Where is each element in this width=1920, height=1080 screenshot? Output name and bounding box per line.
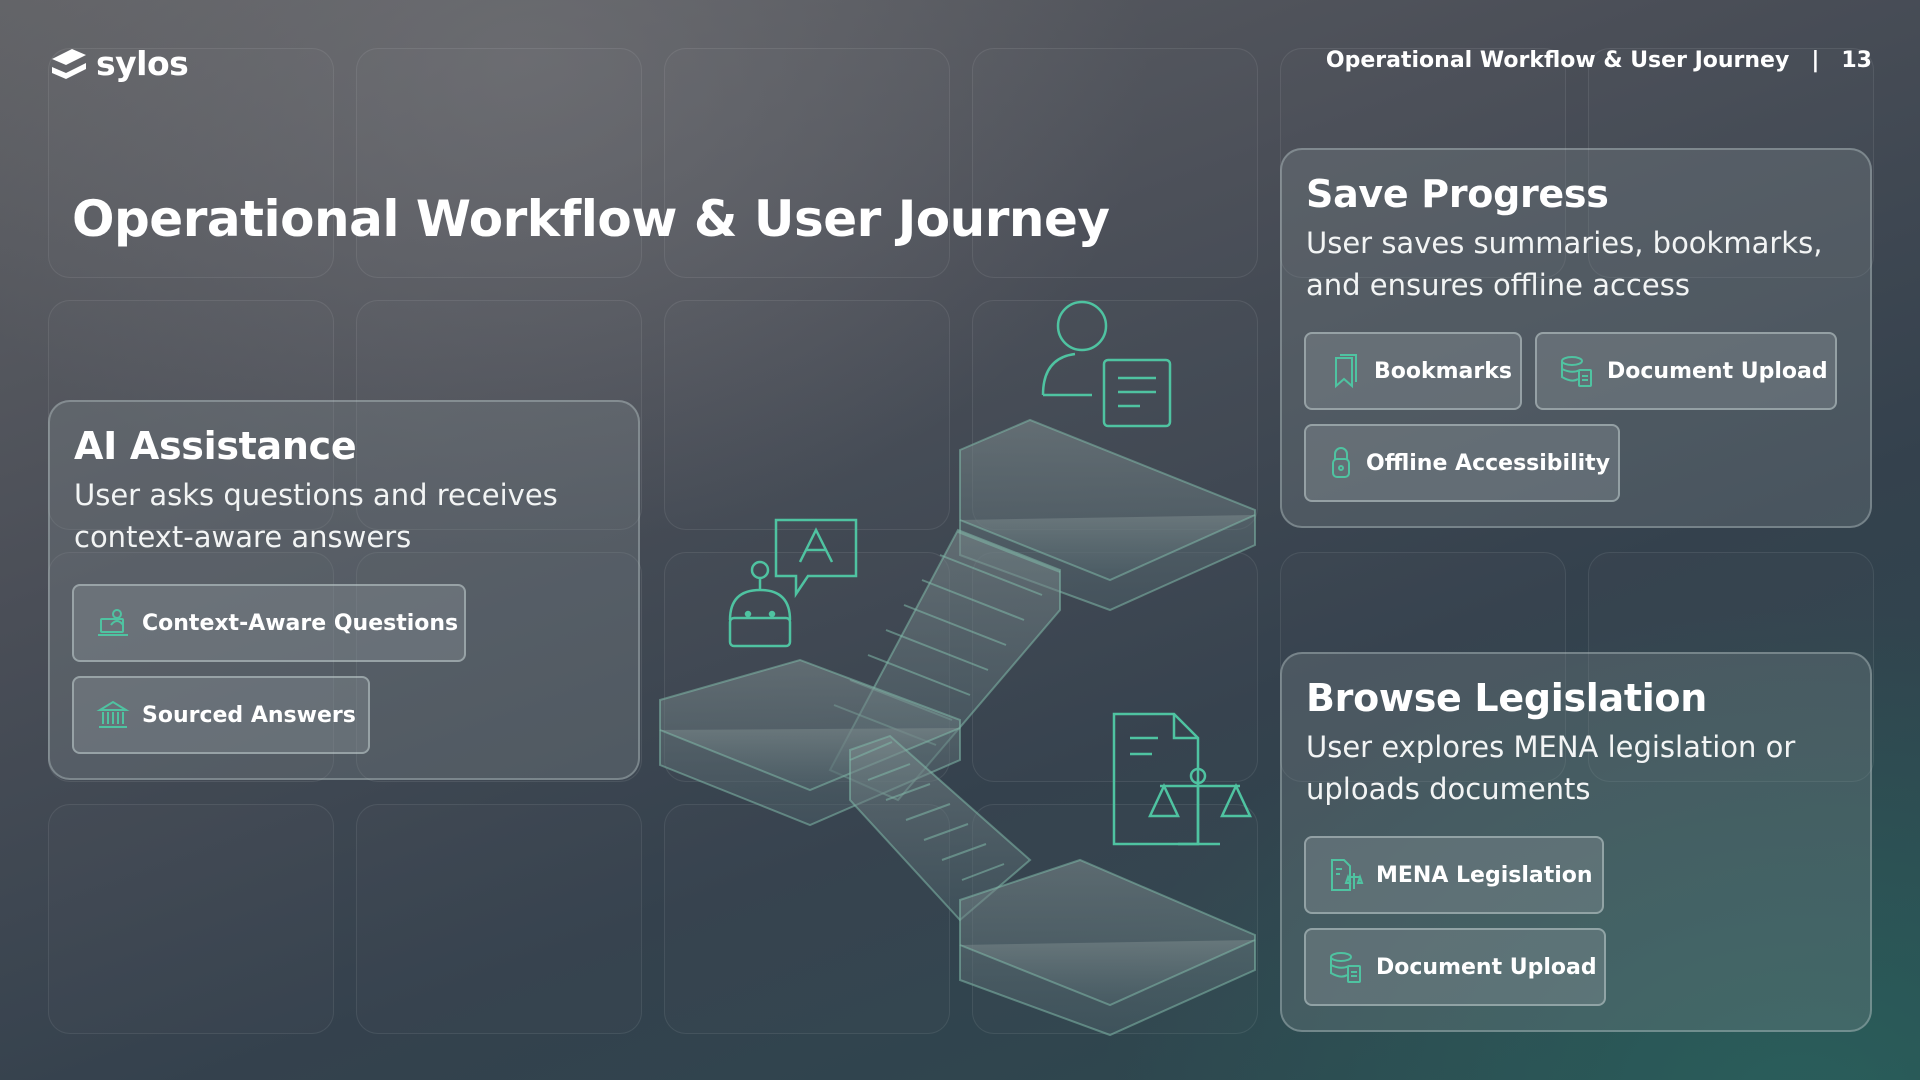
card-title: Browse Legislation bbox=[1306, 676, 1707, 720]
card-description: User explores MENA legislation or upload… bbox=[1306, 730, 1796, 806]
workflow-staircase-illustration bbox=[659, 300, 1256, 1037]
sylos-logo-icon bbox=[52, 48, 86, 79]
chip-label: Offline Accessibility bbox=[1366, 450, 1611, 476]
chip-label: MENA Legislation bbox=[1376, 862, 1593, 888]
section-title: Operational Workflow & User Journey bbox=[1325, 48, 1790, 73]
database-document-icon bbox=[1330, 952, 1361, 983]
chip-label: Document Upload bbox=[1376, 954, 1597, 980]
bookmark-icon bbox=[1335, 354, 1357, 389]
page-number: 13 bbox=[1841, 48, 1872, 73]
card-title: AI Assistance bbox=[74, 424, 357, 468]
bottom-platform bbox=[959, 858, 1256, 1037]
header-separator: | bbox=[1811, 48, 1820, 73]
card-description: User asks questions and receives context… bbox=[74, 478, 558, 554]
person-document-icon bbox=[1041, 300, 1172, 428]
legal-document-scale-icon bbox=[1112, 712, 1252, 846]
chip-label: Bookmarks bbox=[1374, 358, 1512, 384]
document-upload-chip[interactable]: Document Upload bbox=[1535, 332, 1837, 410]
slide-header: Operational Workflow & User Journey | 13 bbox=[1326, 48, 1872, 73]
page-title: Operational Workflow & User Journey bbox=[72, 190, 1110, 248]
document-upload-chip[interactable]: Document Upload bbox=[1304, 928, 1606, 1006]
lock-icon bbox=[1332, 447, 1350, 478]
document-scale-icon bbox=[1331, 859, 1364, 891]
sourced-answers-chip[interactable]: Sourced Answers bbox=[72, 676, 370, 754]
offline-accessibility-chip[interactable]: Offline Accessibility bbox=[1304, 424, 1620, 502]
context-aware-questions-chip[interactable]: Context-Aware Questions bbox=[72, 584, 466, 662]
brand-name: sylos bbox=[96, 44, 189, 83]
card-description: User saves summaries, bookmarks, and ens… bbox=[1306, 226, 1823, 302]
card-title: Save Progress bbox=[1306, 172, 1609, 216]
database-document-icon bbox=[1561, 356, 1592, 387]
bookmarks-chip[interactable]: Bookmarks bbox=[1304, 332, 1522, 410]
chip-label: Sourced Answers bbox=[142, 702, 356, 728]
chip-label: Context-Aware Questions bbox=[142, 610, 459, 636]
mena-legislation-chip[interactable]: MENA Legislation bbox=[1304, 836, 1604, 914]
brand-logo: sylos bbox=[48, 44, 189, 83]
chip-label: Document Upload bbox=[1607, 358, 1828, 384]
chatbot-icon bbox=[728, 518, 858, 648]
laptop-person-icon bbox=[98, 609, 128, 636]
institution-icon bbox=[96, 700, 130, 728]
